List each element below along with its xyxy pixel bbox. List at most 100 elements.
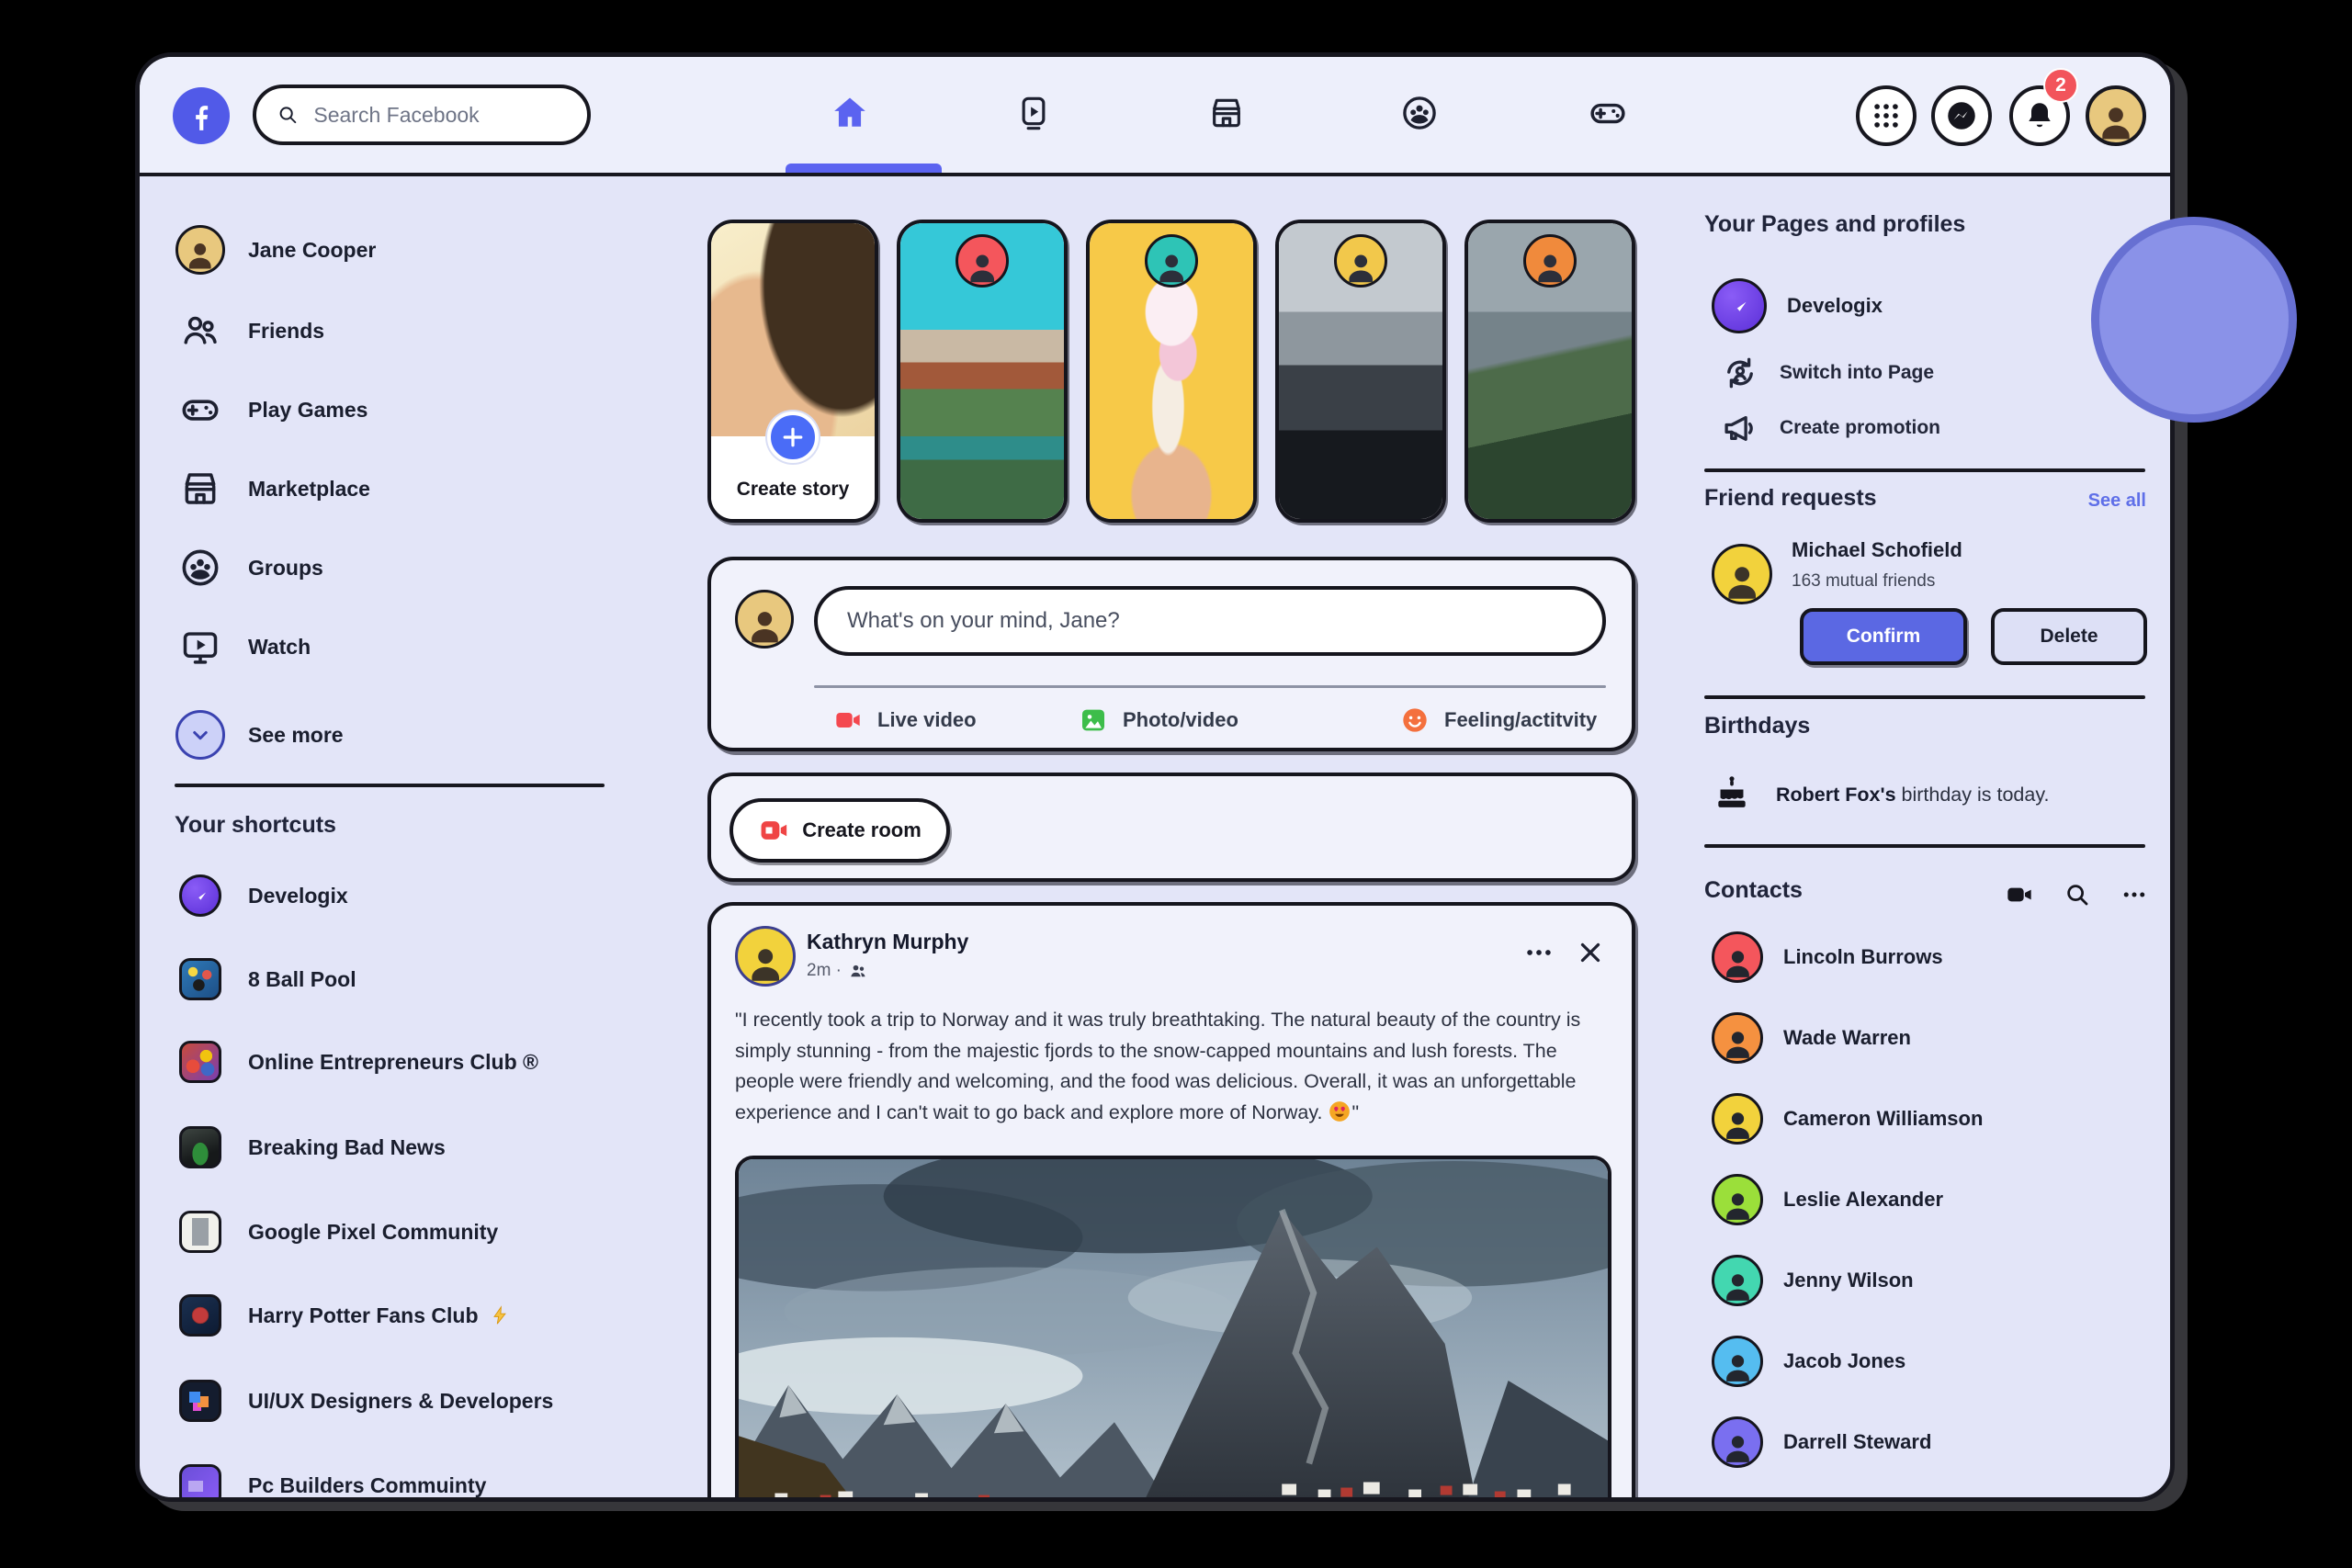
birthday-text: Robert Fox's birthday is today. — [1776, 784, 2049, 807]
sidebar-item-groups[interactable]: Groups — [175, 542, 323, 593]
contact-avatar — [1712, 931, 1763, 983]
sidebar-item-watch[interactable]: Watch — [175, 621, 311, 672]
right-divider — [1704, 844, 2145, 848]
create-room-button[interactable]: Create room — [729, 798, 950, 863]
composer-avatar — [735, 590, 794, 649]
contact-avatar — [1712, 1093, 1763, 1145]
shortcut-8-ball-pool[interactable]: 8 Ball Pool — [175, 953, 356, 1005]
contact-lincoln-burrows[interactable]: Lincoln Burrows — [1712, 931, 1943, 983]
sidebar-item-profile[interactable]: Jane Cooper — [175, 224, 376, 276]
facebook-logo[interactable] — [173, 87, 230, 144]
lightning-emoji — [490, 1305, 510, 1325]
contact-darrell-steward[interactable]: Darrell Steward — [1712, 1416, 1931, 1468]
post-close-button[interactable] — [1575, 937, 1606, 973]
switch-page-label: Switch into Page — [1780, 362, 1934, 384]
post-menu-button[interactable] — [1523, 937, 1555, 973]
plus-icon[interactable] — [767, 412, 819, 463]
friend-request-avatar[interactable] — [1712, 544, 1772, 604]
online-entrepreneurs-club-icon — [179, 1041, 221, 1083]
harry-potter-fans-club-icon — [179, 1294, 221, 1337]
live-video-button[interactable]: Live video — [833, 700, 977, 740]
live-video-icon — [833, 705, 863, 735]
photo-video-button[interactable]: Photo/video — [1079, 700, 1238, 740]
post-image[interactable] — [735, 1156, 1611, 1502]
pc-builders-icon — [179, 1464, 221, 1502]
contact-wade-warren[interactable]: Wade Warren — [1712, 1012, 1911, 1064]
contact-jenny-wilson[interactable]: Jenny Wilson — [1712, 1255, 1914, 1306]
contacts-options-icon[interactable] — [2120, 881, 2148, 908]
right-sidebar: Your Pages and profiles Develogix Switch… — [1704, 57, 2150, 1497]
sidebar-item-play-games[interactable]: Play Games — [175, 384, 368, 435]
switch-page-icon — [1721, 354, 1759, 392]
birthday-row[interactable]: Robert Fox's birthday is today. — [1712, 774, 2049, 815]
create-room-card: Create room — [707, 773, 1635, 882]
confirm-button[interactable]: Confirm — [1800, 608, 1967, 665]
shortcut-develogix[interactable]: Develogix — [175, 870, 348, 921]
create-promotion-button[interactable]: Create promotion — [1721, 409, 1940, 447]
notification-badge: 2 — [2043, 68, 2078, 103]
action-label: Photo/video — [1123, 708, 1238, 732]
shortcut-label: Google Pixel Community — [248, 1220, 498, 1245]
shortcut-google-pixel-community[interactable]: Google Pixel Community — [175, 1206, 498, 1258]
see-all-link[interactable]: See all — [2088, 491, 2146, 512]
sidebar-item-marketplace[interactable]: Marketplace — [175, 463, 370, 514]
post-author-name[interactable]: Kathryn Murphy — [807, 930, 968, 954]
right-divider — [1704, 468, 2145, 472]
gamepad-icon — [179, 389, 221, 431]
sidebar-item-friends[interactable]: Friends — [175, 305, 324, 356]
contact-avatar — [1712, 1174, 1763, 1225]
create-story-card[interactable]: Create story — [707, 220, 878, 523]
photo-icon — [1079, 705, 1108, 735]
friend-request-name[interactable]: Michael Schofield — [1792, 538, 1962, 562]
shortcut-harry-potter-fans-club[interactable]: Harry Potter Fans Club — [175, 1290, 510, 1341]
contacts-toolbar — [2005, 880, 2148, 909]
video-call-icon[interactable] — [2005, 880, 2034, 909]
contacts-title: Contacts — [1704, 877, 1803, 904]
birthday-person-name: Robert Fox's — [1776, 784, 1896, 806]
search-contacts-icon[interactable] — [2064, 881, 2091, 908]
story-card[interactable] — [1275, 220, 1446, 523]
feeling-activity-button[interactable]: Feeling/actitvity — [1400, 700, 1597, 740]
contact-avatar — [1712, 1255, 1763, 1306]
shortcut-pc-builders-community[interactable]: Pc Builders Commuinty — [175, 1460, 486, 1502]
action-label: Live video — [877, 708, 977, 732]
groups-icon — [179, 547, 221, 589]
create-promotion-label: Create promotion — [1780, 417, 1940, 439]
post-composer-card: Live video Photo/video Feeling/actitvity — [707, 557, 1635, 751]
birthday-message: birthday is today. — [1896, 784, 2050, 806]
shortcut-breaking-bad-news[interactable]: Breaking Bad News — [175, 1122, 446, 1173]
contact-leslie-alexander[interactable]: Leslie Alexander — [1712, 1174, 1943, 1225]
story-card[interactable] — [1464, 220, 1635, 523]
sidebar-item-label: Play Games — [248, 398, 368, 423]
profile-name: Jane Cooper — [248, 238, 376, 263]
app-window: 2 Jane Cooper Friends Play Games Marketp… — [135, 52, 2175, 1502]
delete-button[interactable]: Delete — [1991, 608, 2147, 665]
switch-into-page-button[interactable]: Switch into Page — [1721, 354, 1934, 392]
google-pixel-community-icon — [179, 1211, 221, 1253]
shortcut-online-entrepreneurs-club[interactable]: Online Entrepreneurs Club ® — [175, 1036, 538, 1088]
sidebar-item-see-more[interactable]: See more — [175, 709, 344, 761]
see-more-label: See more — [248, 723, 344, 748]
page-develogix[interactable]: Develogix — [1712, 278, 1883, 333]
contact-cameron-williamson[interactable]: Cameron Williamson — [1712, 1093, 1983, 1145]
story-card[interactable] — [897, 220, 1068, 523]
contact-dianne-russell[interactable]: Dianne Russell — [1712, 1497, 1928, 1502]
contact-avatar — [1712, 1416, 1763, 1468]
contact-jacob-jones[interactable]: Jacob Jones — [1712, 1336, 1905, 1387]
develogix-icon — [179, 874, 221, 917]
create-story-label: Create story — [711, 479, 875, 501]
story-author-avatar — [1145, 234, 1198, 288]
sidebar-item-label: Friends — [248, 319, 324, 344]
develogix-page-icon — [1712, 278, 1767, 333]
shortcut-uiux-designers-developers[interactable]: UI/UX Designers & Developers — [175, 1375, 553, 1427]
status-input[interactable] — [845, 607, 1575, 635]
search-bar[interactable] — [253, 85, 591, 145]
pages-profiles-title: Your Pages and profiles — [1704, 211, 1965, 238]
post-author-avatar[interactable] — [735, 926, 796, 987]
search-input[interactable] — [311, 102, 578, 129]
status-input-pill[interactable] — [814, 586, 1606, 656]
shortcut-label: 8 Ball Pool — [248, 967, 356, 992]
room-video-icon — [758, 815, 789, 846]
story-card[interactable] — [1086, 220, 1257, 523]
friend-requests-title: Friend requests — [1704, 485, 1877, 512]
